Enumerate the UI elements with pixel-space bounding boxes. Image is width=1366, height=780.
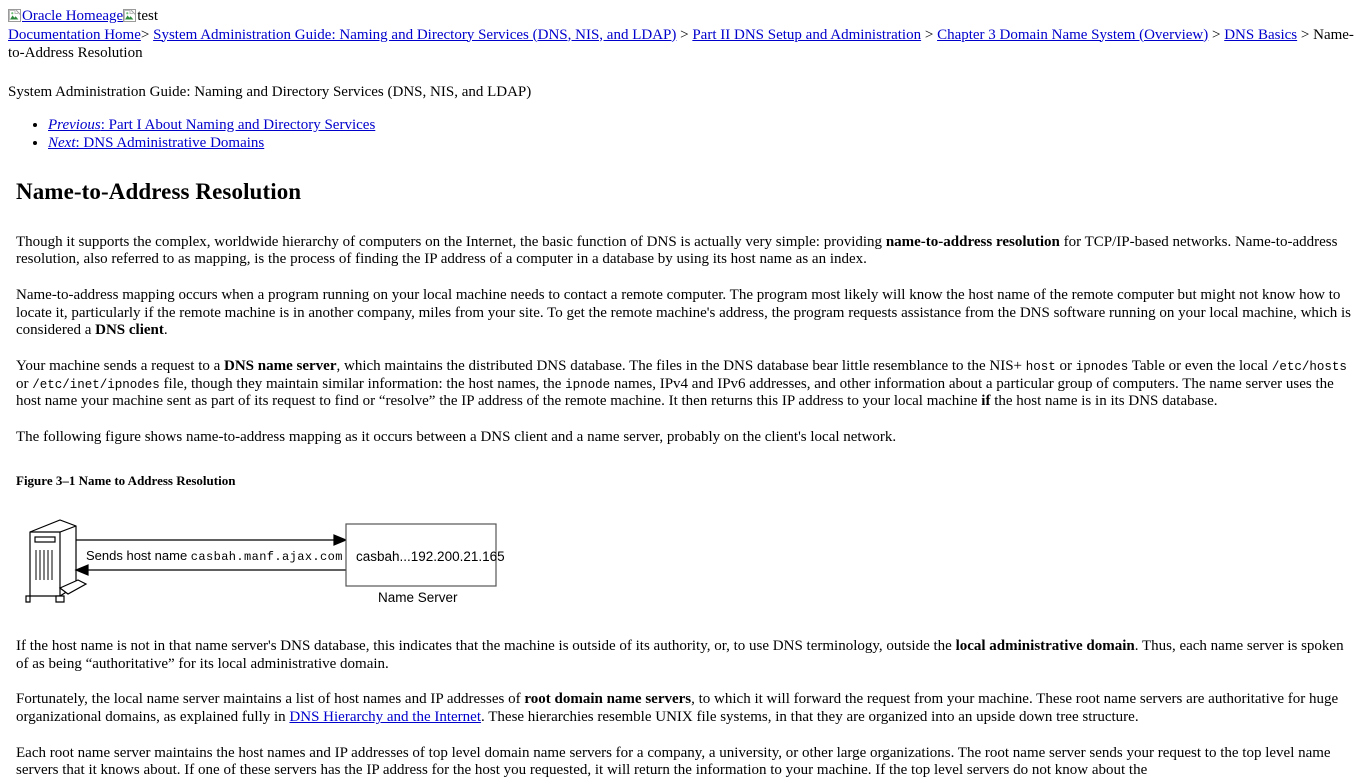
breadcrumb-separator: > xyxy=(680,26,689,43)
paragraph-authoritative: If the host name is not in that name ser… xyxy=(16,638,1358,673)
paragraph-text: , which maintains the distributed DNS da… xyxy=(336,357,1026,374)
nav-next-label: Next xyxy=(48,135,76,152)
paragraph-figure-intro: The following figure shows name-to-addre… xyxy=(16,429,897,445)
breadcrumb: Documentation Home> System Administratio… xyxy=(8,26,1358,63)
figure-name-to-address-resolution: Sends host name casbah.manf.ajax.com cas… xyxy=(16,510,536,610)
paragraph-text: If the host name is not in that name ser… xyxy=(16,638,956,655)
test-broken-image[interactable]: test xyxy=(123,8,158,25)
link-dns-hierarchy-and-the-internet[interactable]: DNS Hierarchy and the Internet xyxy=(289,709,481,725)
paragraph-text: or xyxy=(16,375,33,392)
code-host: host xyxy=(1025,359,1056,374)
paragraph-text: Your machine sends a request to a xyxy=(16,357,225,374)
oracle-home-broken-image-link[interactable]: Oracle Homeage xyxy=(8,8,123,25)
paragraph-text: . These hierarchies resemble UNIX file s… xyxy=(481,709,1139,726)
breadcrumb-separator: > xyxy=(924,26,934,43)
figure-request-label: Sends host name casbah.manf.ajax.com xyxy=(84,548,345,565)
emphasis-name-to-address-resolution: name-to-address resolution xyxy=(885,233,1060,250)
breadcrumb-separator: > xyxy=(1300,26,1310,43)
page-nav-list: Previous: Part I About Naming and Direct… xyxy=(8,116,1358,153)
figure-server-record: casbah...192.200.21.165 xyxy=(356,549,505,565)
code-etc-hosts: /etc/hosts xyxy=(1271,359,1347,374)
breadcrumb-item-part-ii[interactable]: Part II DNS Setup and Administration xyxy=(692,27,921,43)
figure-caption: Figure 3–1 Name to Address Resolution xyxy=(16,472,236,488)
nav-next-text: : DNS Administrative Domains xyxy=(75,135,265,152)
breadcrumb-item-documentation-home[interactable]: Documentation Home xyxy=(8,27,141,43)
emphasis-dns-client: DNS client xyxy=(95,322,164,339)
paragraph-text: file, though they maintain similar infor… xyxy=(159,375,566,392)
nav-previous-item[interactable]: Previous: Part I About Naming and Direct… xyxy=(48,116,1358,134)
document-page: Oracle Homeage test Documentation Home> S… xyxy=(0,0,1366,780)
paragraph-mapping-occurs: Name-to-address mapping occurs when a pr… xyxy=(16,287,1358,340)
figure-request-label-text: Sends host name xyxy=(86,548,191,564)
paragraph-name-server-request: Your machine sends a request to a DNS na… xyxy=(16,358,1358,411)
paragraph-text: Name-to-address mapping occurs when a pr… xyxy=(16,286,1352,339)
breadcrumb-item-system-administration-guide[interactable]: System Administration Guide: Naming and … xyxy=(153,27,676,43)
breadcrumb-separator: > xyxy=(140,26,150,43)
paragraph-text: or xyxy=(1055,357,1076,374)
paragraph-text: Fortunately, the local name server maint… xyxy=(16,691,525,708)
breadcrumb-item-chapter-3[interactable]: Chapter 3 Domain Name System (Overview) xyxy=(937,27,1208,43)
paragraph-text: Though it supports the complex, worldwid… xyxy=(16,233,886,250)
paragraph-intro: Though it supports the complex, worldwid… xyxy=(16,234,1358,269)
oracle-home-image-alt-text[interactable]: Oracle Homeage xyxy=(22,8,123,24)
code-ipnode: ipnode xyxy=(565,377,611,392)
test-image-alt-text: test xyxy=(137,8,159,24)
emphasis-local-administrative-domain: local administrative domain xyxy=(955,638,1135,655)
nav-previous-label: Previous xyxy=(48,116,101,133)
emphasis-root-domain-name-servers: root domain name servers xyxy=(524,691,692,708)
broken-image-icon xyxy=(8,9,21,22)
book-title: System Administration Guide: Naming and … xyxy=(8,84,532,101)
paragraph-text: Table or even the local xyxy=(1128,357,1272,374)
broken-image-icon xyxy=(123,9,137,22)
paragraph-top-level-domains: Each root name server maintains the host… xyxy=(16,744,1331,779)
site-header: Oracle Homeage test xyxy=(8,6,1358,25)
breadcrumb-item-dns-basics[interactable]: DNS Basics xyxy=(1224,27,1297,43)
emphasis-dns-name-server: DNS name server xyxy=(224,357,337,374)
page-title: Name-to-Address Resolution xyxy=(16,179,302,205)
request-arrow xyxy=(76,534,348,546)
nav-previous-text: : Part I About Naming and Directory Serv… xyxy=(100,116,376,133)
paragraph-text: . xyxy=(163,322,168,339)
paragraph-text: the host name is in its DNS database. xyxy=(990,393,1218,410)
figure-server-label: Name Server xyxy=(378,590,458,606)
breadcrumb-separator: > xyxy=(1212,26,1221,43)
code-etc-inet-ipnodes: /etc/inet/ipnodes xyxy=(32,377,160,392)
nav-previous-link[interactable]: Previous: Part I About Naming and Direct… xyxy=(48,117,375,133)
paragraph-root-servers: Fortunately, the local name server maint… xyxy=(16,691,1358,726)
code-ipnodes: ipnodes xyxy=(1075,359,1129,374)
nav-next-item[interactable]: Next: DNS Administrative Domains xyxy=(48,134,1358,152)
nav-next-link[interactable]: Next: DNS Administrative Domains xyxy=(48,135,264,151)
figure-request-hostname: casbah.manf.ajax.com xyxy=(190,550,343,565)
response-arrow xyxy=(74,564,346,576)
computer-tower-icon xyxy=(25,519,88,603)
